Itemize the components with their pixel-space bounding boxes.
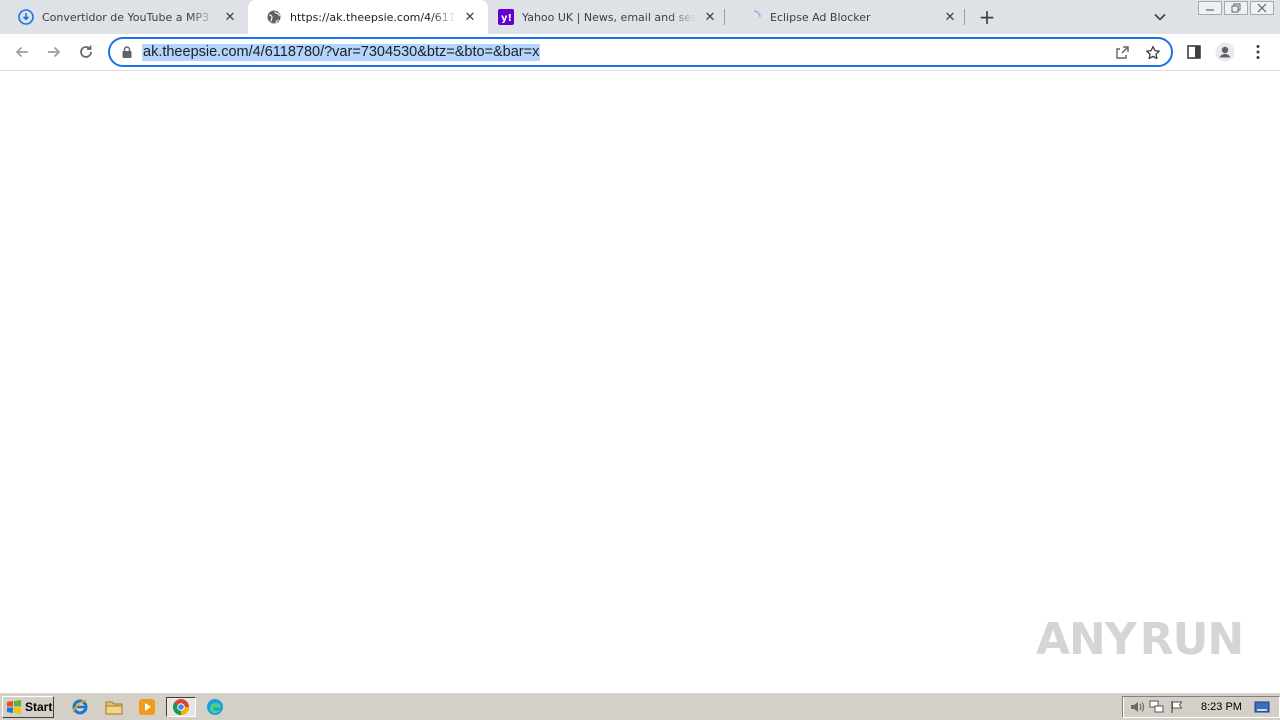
minimize-icon [1206, 9, 1214, 11]
loading-spinner-icon [746, 9, 762, 25]
close-icon [1257, 3, 1267, 13]
tab-strip: Convertidor de YouTube a MP3 - YTM ✕ htt… [0, 0, 1280, 34]
chrome-icon[interactable] [166, 697, 196, 717]
start-label: Start [25, 700, 53, 714]
action-center-flag-icon[interactable] [1167, 698, 1187, 716]
reload-icon [80, 45, 92, 58]
tab-convertidor[interactable]: Convertidor de YouTube a MP3 - YTM ✕ [0, 0, 248, 34]
show-desktop-icon[interactable] [1252, 698, 1272, 716]
lock-icon[interactable] [120, 45, 134, 59]
tab-eclipse[interactable]: Eclipse Ad Blocker ✕ [728, 0, 968, 34]
tab-search-button[interactable] [1150, 7, 1170, 27]
svg-text:y!: y! [501, 13, 512, 24]
tab-title: https://ak.theepsie.com/4/6118780/ [290, 10, 456, 24]
watermark-right-text: RUN [1139, 613, 1244, 665]
anyrun-watermark: ANY RUN [1036, 604, 1244, 674]
reload-button[interactable] [74, 40, 98, 64]
restore-icon [1231, 3, 1241, 13]
restore-button[interactable] [1224, 1, 1248, 15]
chevron-down-icon [1154, 13, 1166, 21]
yahoo-icon: y! [498, 9, 514, 25]
watermark-left-text: ANY [1036, 613, 1137, 665]
close-tab-icon[interactable]: ✕ [222, 9, 238, 25]
tab-yahoo[interactable]: y! Yahoo UK | News, email and search ✕ [488, 0, 728, 34]
tab-separator [724, 9, 725, 25]
start-button[interactable]: Start [2, 696, 54, 718]
tab-title: Eclipse Ad Blocker [770, 10, 871, 24]
back-button[interactable] [10, 40, 34, 64]
close-tab-icon[interactable]: ✕ [702, 9, 718, 25]
share-icon[interactable] [1113, 44, 1131, 62]
file-explorer-icon[interactable] [103, 697, 125, 717]
taskbar-clock[interactable]: 8:23 PM [1201, 701, 1242, 713]
url-text[interactable]: ak.theepsie.com/4/6118780/?var=7304530&b… [142, 44, 541, 61]
internet-explorer-icon[interactable] [69, 697, 91, 717]
address-bar[interactable]: ak.theepsie.com/4/6118780/?var=7304530&b… [108, 37, 1173, 67]
close-tab-icon[interactable]: ✕ [942, 9, 958, 25]
arrow-right-icon [48, 46, 61, 58]
tab-theepsie[interactable]: https://ak.theepsie.com/4/6118780/ ✕ [248, 0, 488, 34]
side-panel-icon [1187, 45, 1201, 59]
minimize-button[interactable] [1198, 1, 1222, 15]
tab-title: Convertidor de YouTube a MP3 - YTM [42, 10, 216, 24]
close-window-button[interactable] [1250, 1, 1274, 15]
media-player-icon[interactable] [136, 697, 158, 717]
tab-separator [964, 9, 965, 25]
bookmark-star-icon[interactable] [1144, 44, 1162, 62]
edge-icon[interactable] [204, 697, 226, 717]
page-content [0, 72, 1280, 692]
tab-title: Yahoo UK | News, email and search [522, 10, 696, 24]
forward-button[interactable] [42, 40, 66, 64]
volume-icon[interactable] [1127, 698, 1147, 716]
windows-taskbar: Start 8:23 PM [0, 692, 1280, 720]
window-controls [1198, 1, 1274, 15]
close-tab-icon[interactable]: ✕ [462, 9, 478, 25]
windows-logo-icon [7, 700, 21, 714]
system-tray: 8:23 PM [1122, 696, 1280, 718]
globe-icon [266, 9, 282, 25]
new-tab-button[interactable]: + [976, 5, 998, 29]
kebab-menu-icon [1256, 45, 1260, 59]
side-panel-button[interactable] [1183, 41, 1205, 63]
download-cloud-icon [18, 9, 34, 25]
menu-button[interactable] [1247, 41, 1269, 63]
avatar-icon [1215, 42, 1235, 62]
network-icon[interactable] [1147, 698, 1167, 716]
browser-toolbar: ak.theepsie.com/4/6118780/?var=7304530&b… [0, 34, 1280, 71]
profile-button[interactable] [1214, 41, 1236, 63]
arrow-left-icon [15, 46, 28, 58]
